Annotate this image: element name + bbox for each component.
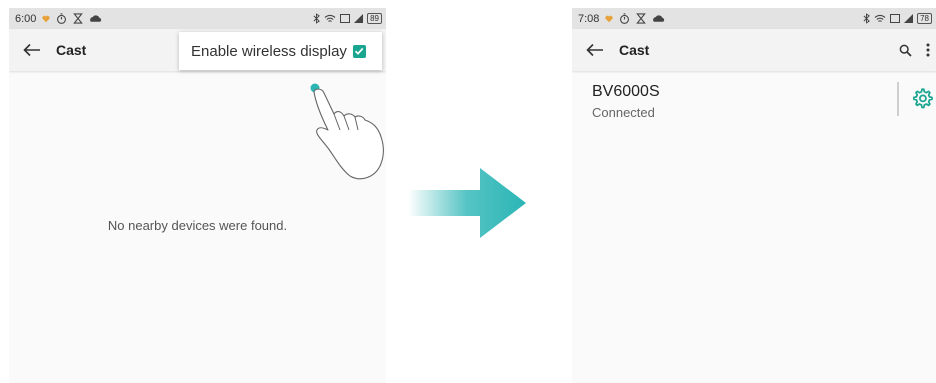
back-arrow-icon[interactable] bbox=[586, 43, 604, 57]
device-status: Connected bbox=[592, 105, 655, 120]
wifi-icon bbox=[324, 14, 336, 22]
battery-icon: 89 bbox=[367, 13, 382, 24]
cast-screen-before: 6:00 89 Cast Enable wireless display No … bbox=[9, 8, 386, 383]
page-title: Cast bbox=[56, 42, 87, 58]
device-name: BV6000S bbox=[592, 83, 660, 100]
status-notification-icons bbox=[42, 13, 102, 24]
sim-icon bbox=[340, 14, 351, 23]
status-system-icons: 89 bbox=[313, 13, 382, 24]
status-bar: 7:08 78 bbox=[572, 8, 936, 29]
search-icon[interactable] bbox=[899, 44, 912, 57]
cloud-icon bbox=[90, 15, 102, 22]
status-time: 6:00 bbox=[15, 12, 37, 25]
device-list-item[interactable]: BV6000S Connected bbox=[572, 80, 936, 128]
battery-icon: 78 bbox=[917, 13, 932, 24]
signal-icon bbox=[354, 14, 364, 23]
heart-icon bbox=[605, 15, 614, 22]
hourglass-icon bbox=[636, 13, 647, 24]
heart-icon bbox=[42, 15, 51, 22]
back-arrow-icon[interactable] bbox=[23, 43, 41, 57]
overflow-menu: Enable wireless display bbox=[179, 32, 382, 70]
enable-wireless-display-option[interactable]: Enable wireless display bbox=[191, 43, 347, 60]
hourglass-icon bbox=[73, 13, 84, 24]
status-bar: 6:00 89 bbox=[9, 8, 386, 29]
bluetooth-icon bbox=[863, 13, 870, 24]
status-system-icons: 78 bbox=[863, 13, 932, 24]
divider bbox=[897, 82, 899, 116]
hand-pointer-icon bbox=[310, 83, 384, 180]
sim-icon bbox=[890, 14, 901, 23]
signal-icon bbox=[904, 14, 914, 23]
cast-screen-after: 7:08 78 Cast BV6000S Connected bbox=[572, 8, 936, 383]
bluetooth-icon bbox=[313, 13, 320, 24]
wifi-icon bbox=[874, 14, 886, 22]
page-title: Cast bbox=[619, 42, 650, 58]
status-time: 7:08 bbox=[578, 12, 600, 25]
timer-icon bbox=[57, 13, 67, 24]
more-vert-icon[interactable] bbox=[926, 43, 930, 57]
cloud-icon bbox=[653, 15, 665, 22]
status-notification-icons bbox=[605, 13, 665, 24]
check-icon bbox=[355, 47, 364, 55]
transition-arrow-icon bbox=[408, 168, 526, 238]
settings-gear-icon[interactable] bbox=[911, 87, 933, 109]
enable-wireless-display-checkbox[interactable] bbox=[352, 44, 366, 58]
empty-state-message: No nearby devices were found. bbox=[107, 218, 288, 233]
app-bar-actions bbox=[899, 43, 930, 57]
timer-icon bbox=[620, 13, 630, 24]
app-bar: Cast bbox=[572, 29, 936, 71]
